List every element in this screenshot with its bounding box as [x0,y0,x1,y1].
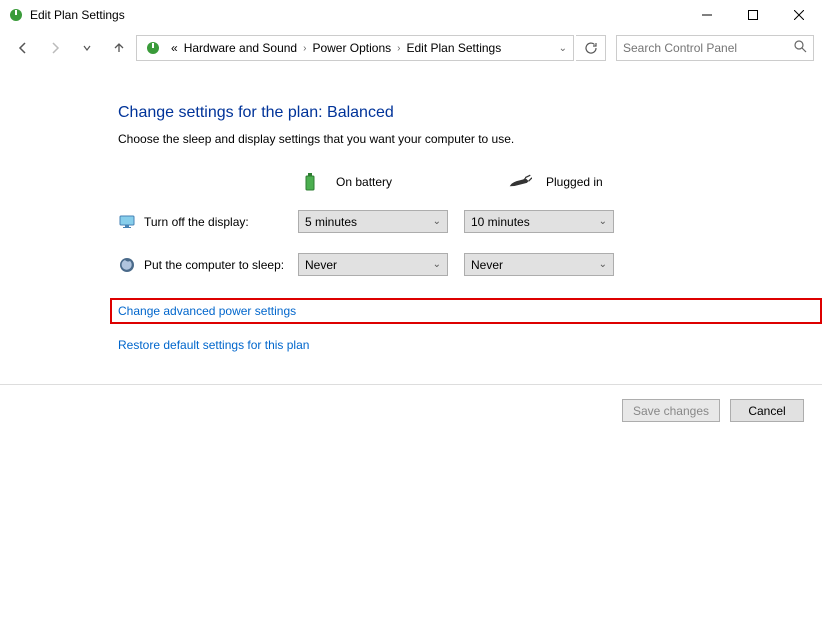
minimize-button[interactable] [684,0,730,30]
column-label: Plugged in [546,175,603,189]
titlebar: Edit Plan Settings [0,0,822,30]
sleep-icon [118,256,136,274]
chevron-down-icon[interactable]: ⌄ [559,43,567,54]
sleep-plugged-select[interactable]: Never ⌄ [464,253,614,276]
column-label: On battery [336,175,392,189]
setting-row-sleep: Put the computer to sleep: Never ⌄ Never… [118,253,822,276]
setting-label-text: Put the computer to sleep: [144,258,284,272]
advanced-power-settings-link[interactable]: Change advanced power settings [118,304,296,318]
chevron-right-icon: › [303,43,306,54]
forward-button[interactable] [40,33,70,63]
save-button[interactable]: Save changes [622,399,720,422]
setting-label: Turn off the display: [118,213,298,231]
select-value: Never [305,258,337,272]
cancel-button[interactable]: Cancel [730,399,804,422]
select-value: Never [471,258,503,272]
display-plugged-select[interactable]: 10 minutes ⌄ [464,210,614,233]
close-button[interactable] [776,0,822,30]
window-controls [684,0,822,30]
navigation-bar: « Hardware and Sound › Power Options › E… [0,30,822,66]
up-button[interactable] [104,33,134,63]
chevron-down-icon: ⌄ [433,216,441,227]
select-value: 5 minutes [305,215,357,229]
footer-buttons: Save changes Cancel [0,384,822,422]
select-value: 10 minutes [471,215,530,229]
page-subheading: Choose the sleep and display settings th… [118,132,822,146]
page-heading: Change settings for the plan: Balanced [118,104,822,122]
restore-defaults-link[interactable]: Restore default settings for this plan [118,338,309,352]
column-plugged-in: Plugged in [508,170,603,194]
setting-label-text: Turn off the display: [144,215,249,229]
setting-row-display: Turn off the display: 5 minutes ⌄ 10 min… [118,210,822,233]
column-on-battery: On battery [298,170,448,194]
power-options-icon [143,38,163,58]
back-button[interactable] [8,33,38,63]
display-battery-select[interactable]: 5 minutes ⌄ [298,210,448,233]
search-input[interactable] [623,41,807,55]
sleep-battery-select[interactable]: Never ⌄ [298,253,448,276]
content-area: Change settings for the plan: Balanced C… [0,66,822,352]
highlighted-link-box: Change advanced power settings [110,298,822,324]
breadcrumb-item[interactable]: Power Options [312,41,391,55]
breadcrumb[interactable]: « Hardware and Sound › Power Options › E… [136,35,574,61]
breadcrumb-prefix: « [171,41,178,55]
display-icon [118,213,136,231]
refresh-button[interactable] [576,35,606,61]
battery-icon [298,170,322,194]
setting-label: Put the computer to sleep: [118,256,298,274]
column-headers: On battery Plugged in [298,170,822,194]
power-options-icon [8,7,24,23]
links-section: Change advanced power settings Restore d… [118,298,822,352]
search-box[interactable] [616,35,814,61]
chevron-down-icon: ⌄ [599,216,607,227]
chevron-down-icon: ⌄ [433,259,441,270]
maximize-button[interactable] [730,0,776,30]
window-title: Edit Plan Settings [30,8,684,22]
chevron-right-icon: › [397,43,400,54]
plug-icon [508,170,532,194]
search-icon [794,40,807,56]
recent-locations-dropdown[interactable] [72,33,102,63]
chevron-down-icon: ⌄ [599,259,607,270]
breadcrumb-item[interactable]: Hardware and Sound [184,41,297,55]
breadcrumb-item[interactable]: Edit Plan Settings [407,41,502,55]
